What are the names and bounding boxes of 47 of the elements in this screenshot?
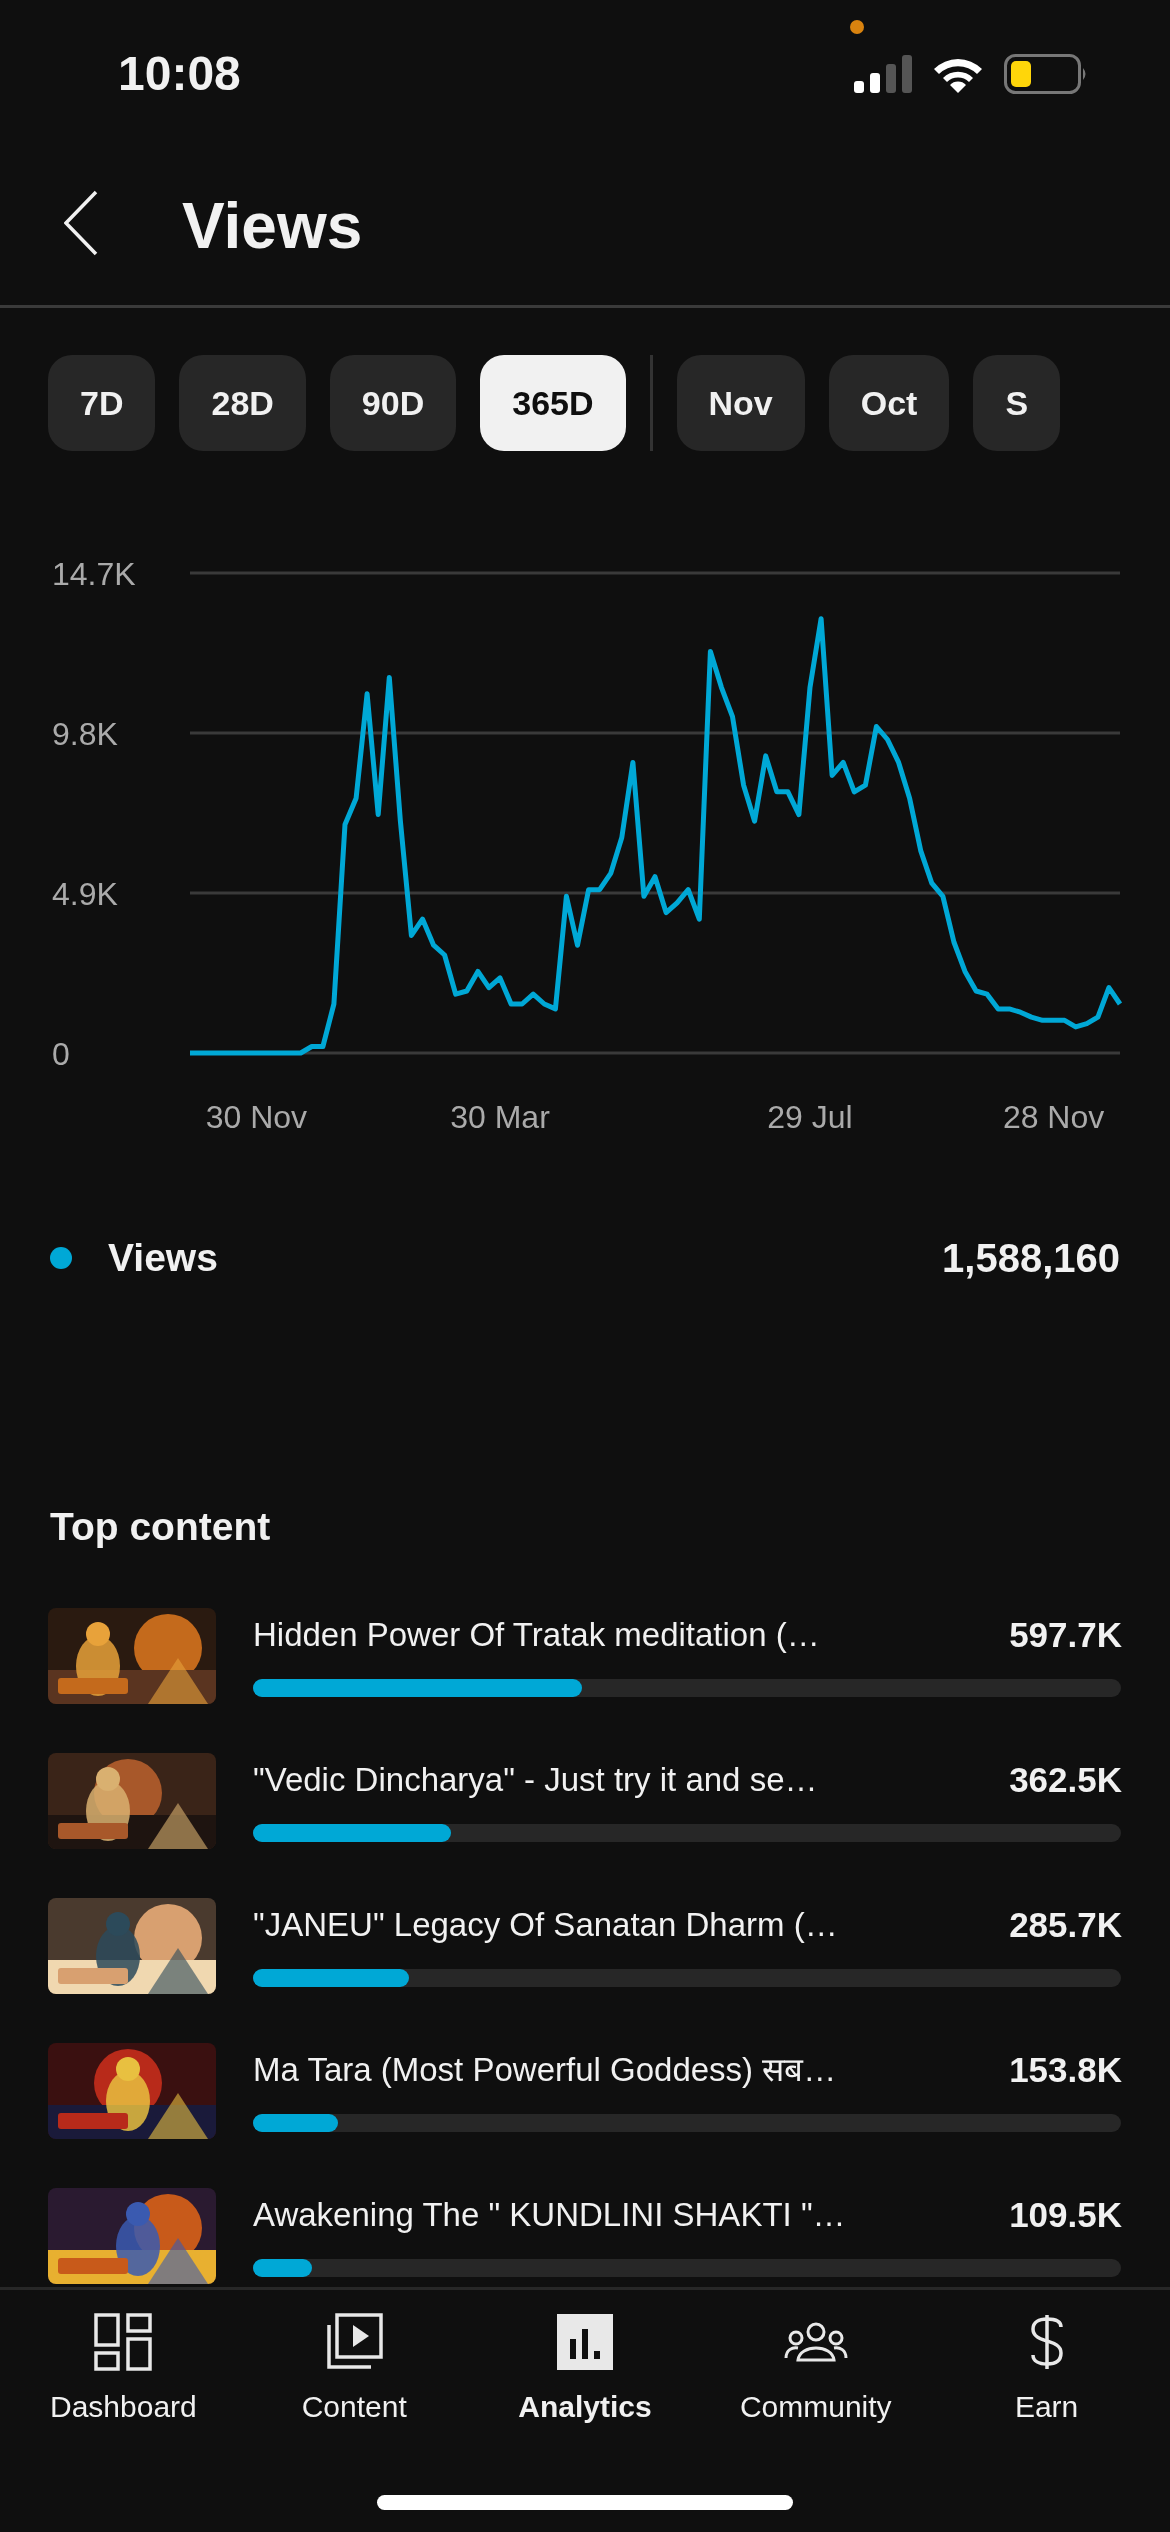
content-row[interactable]: Hidden Power Of Tratak meditation (… 597.7K [48, 1606, 1122, 1705]
dashboard-icon [94, 2313, 153, 2371]
x-axis-label: 29 Jul [767, 1099, 853, 1135]
x-axis-label: 30 Nov [205, 1099, 308, 1135]
play-icon [325, 2313, 384, 2371]
legend-label: Views [108, 1234, 218, 1281]
video-title: Ma Tara (Most Powerful Goddess) सब… [253, 2049, 837, 2090]
y-axis-label: 0 [52, 1036, 70, 1072]
status-time: 10:08 [118, 46, 241, 102]
nav-tab[interactable]: Community [705, 2312, 926, 2429]
content-row[interactable]: Awakening The " KUNDLINI SHAKTI "… 109.5K [48, 2186, 1122, 2285]
range-tab[interactable]: 365D [480, 355, 626, 451]
range-tab[interactable]: Nov [676, 355, 805, 451]
nav-tab[interactable]: Analytics [475, 2312, 695, 2429]
view-count: 285.7K [1009, 1904, 1122, 1945]
dollar-icon [1028, 2313, 1065, 2371]
total-views: 1,588,160 [942, 1235, 1120, 1282]
y-axis-label: 9.8K [52, 716, 118, 752]
video-title: Awakening The " KUNDLINI SHAKTI "… [253, 2194, 846, 2235]
view-count: 597.7K [1009, 1614, 1122, 1655]
nav-tab[interactable]: Earn [936, 2312, 1157, 2429]
y-axis-label: 4.9K [52, 876, 118, 912]
x-axis-label: 28 Nov [1002, 1099, 1105, 1135]
range-tab[interactable]: 28D [179, 355, 306, 451]
content-row[interactable]: "Vedic Dincharya" - Just try it and se… 362.5K [48, 1751, 1122, 1850]
x-axis-label: 30 Mar [450, 1099, 550, 1135]
nav-tab[interactable]: Content [244, 2312, 465, 2429]
range-tab[interactable]: S [973, 355, 1061, 451]
battery-icon [1004, 54, 1088, 94]
signal-icon [854, 55, 912, 93]
bar-chart-icon [556, 2313, 614, 2371]
range-tab[interactable]: 7D [48, 355, 156, 451]
view-count: 362.5K [1009, 1759, 1122, 1800]
page-title: Views [182, 188, 363, 264]
video-title: "JANEU" Legacy Of Sanatan Dharm (… [253, 1904, 838, 1945]
people-icon [783, 2322, 848, 2362]
range-tab[interactable]: 90D [329, 355, 457, 451]
content-row[interactable]: Ma Tara (Most Powerful Goddess) सब… 153.8K [48, 2041, 1122, 2140]
view-count: 153.8K [1009, 2049, 1122, 2090]
video-title: "Vedic Dincharya" - Just try it and se… [253, 1759, 818, 1800]
y-axis-label: 14.7K [52, 556, 136, 592]
section-title: Top content [49, 1504, 272, 1550]
content-row[interactable]: "JANEU" Legacy Of Sanatan Dharm (… 285.7K [48, 1896, 1122, 1995]
video-title: Hidden Power Of Tratak meditation (… [253, 1614, 820, 1655]
range-tab[interactable]: Oct [828, 355, 950, 451]
view-count: 109.5K [1009, 2194, 1122, 2235]
nav-tab[interactable]: Dashboard [13, 2312, 234, 2429]
